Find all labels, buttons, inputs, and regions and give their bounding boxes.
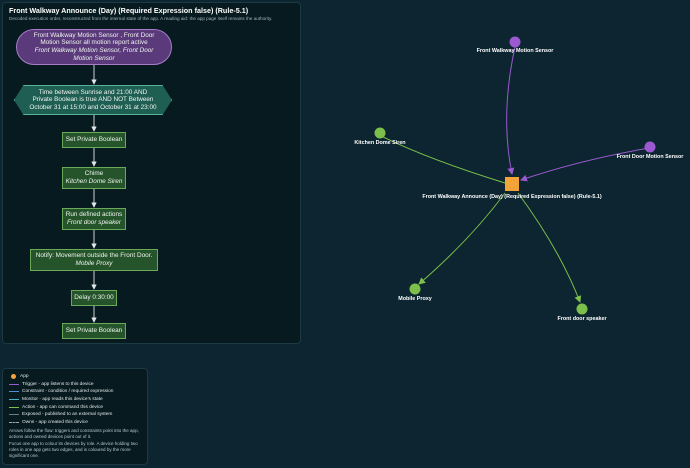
node-mobile-proxy xyxy=(409,283,421,295)
edge-action-mobile-proxy xyxy=(418,192,506,285)
device-graph xyxy=(374,36,656,315)
label-front-walkway-motion-sensor: Front Walkway Motion Sensor xyxy=(476,48,554,54)
node-front-door-motion-sensor xyxy=(644,141,656,153)
node-kitchen-dome-siren xyxy=(374,127,386,139)
label-front-door-motion-sensor: Front Door Motion Sensor xyxy=(616,154,684,160)
edge-trigger-front-walkway xyxy=(506,46,516,175)
label-front-door-speaker: Front door speaker xyxy=(557,316,607,322)
label-kitchen-dome-siren: Kitchen Dome Siren xyxy=(354,140,406,146)
label-app: Front Walkway Announce (Day) (Required E… xyxy=(422,194,602,200)
node-front-walkway-motion-sensor xyxy=(509,36,521,48)
edge-trigger-front-door xyxy=(520,147,650,182)
node-front-door-speaker xyxy=(576,303,588,315)
node-app xyxy=(505,177,519,191)
edge-action-front-door-speaker xyxy=(517,192,582,303)
label-mobile-proxy: Mobile Proxy xyxy=(398,296,432,302)
